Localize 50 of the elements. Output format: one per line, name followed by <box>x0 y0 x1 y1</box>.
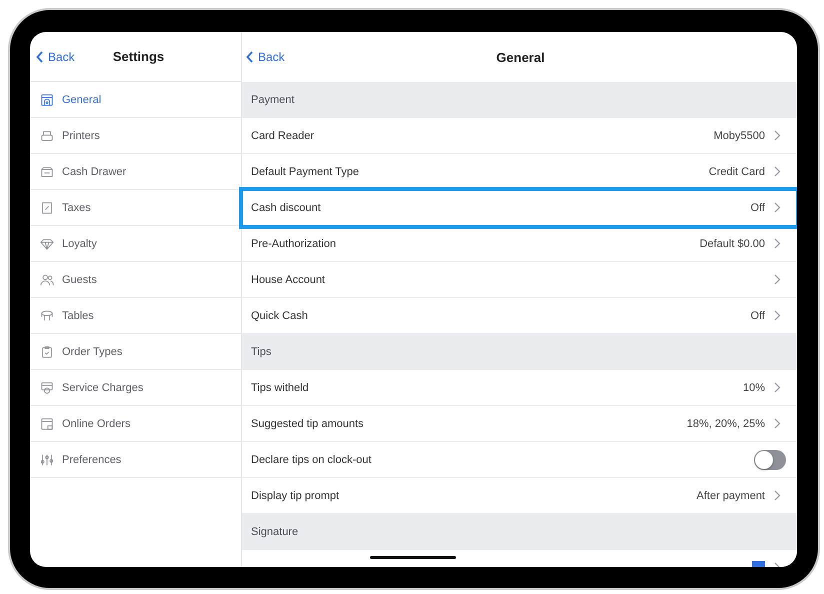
back-chevron-icon <box>246 51 253 63</box>
chevron-icon <box>774 130 781 141</box>
back-button[interactable]: Back <box>36 50 75 64</box>
toggle-switch[interactable] <box>754 450 786 470</box>
chevron-icon <box>774 238 781 249</box>
chevron-icon <box>774 418 781 429</box>
chevron-icon <box>774 166 781 177</box>
settings-category-icon <box>40 416 54 430</box>
chevron-icon <box>774 310 781 321</box>
back-chevron-icon <box>36 50 43 62</box>
settings-category-icon <box>40 380 54 394</box>
row-value: Moby5500 <box>714 130 765 142</box>
row-value: Credit Card <box>708 166 765 178</box>
chevron-icon <box>774 382 781 393</box>
row-label: Quick Cash <box>251 310 309 322</box>
row-label: House Account <box>251 274 326 286</box>
settings-category-icon <box>40 128 54 142</box>
chevron-icon <box>774 274 781 285</box>
settings-category-icon <box>40 452 54 466</box>
section-header: Payment <box>242 82 797 118</box>
settings-category-icon <box>40 236 54 250</box>
settings-category-icon <box>40 164 54 178</box>
row-label: Default Payment Type <box>251 166 360 178</box>
section-header: Signature <box>242 514 797 550</box>
row-value: Off <box>750 310 765 322</box>
settings-category-icon <box>40 308 54 322</box>
settings-row[interactable]: Pre-Authorization Default $0.00 <box>242 226 797 262</box>
row-label: Declare tips on clock-out <box>251 454 372 466</box>
settings-category-icon <box>40 200 54 214</box>
row-label: Card Reader <box>251 130 315 142</box>
settings-category-icon <box>40 272 54 286</box>
row-label: Display tip prompt <box>251 490 340 502</box>
sidebar-title: Settings <box>112 49 164 64</box>
section-header: Tips <box>242 334 797 370</box>
highlighted-settings-row[interactable]: Cash discount Off <box>242 190 797 226</box>
row-label: Cash discount <box>251 202 322 214</box>
settings-category-icon <box>40 92 54 106</box>
row-label: Tips witheld <box>251 382 310 394</box>
row-value: 10% <box>742 382 765 394</box>
row-value: Off <box>750 202 765 214</box>
settings-category-icon <box>40 344 54 358</box>
row-label: Pre-Authorization <box>251 238 337 250</box>
row-label: Suggested tip amounts <box>251 418 365 430</box>
page-title: General <box>496 50 545 64</box>
row-value: Default $0.00 <box>700 238 765 250</box>
chevron-icon <box>774 490 781 501</box>
row-value: 18%, 20%, 25% <box>686 418 765 430</box>
row-value: After payment <box>696 490 765 502</box>
chevron-icon <box>774 202 781 213</box>
back-button[interactable]: Back <box>246 50 285 64</box>
